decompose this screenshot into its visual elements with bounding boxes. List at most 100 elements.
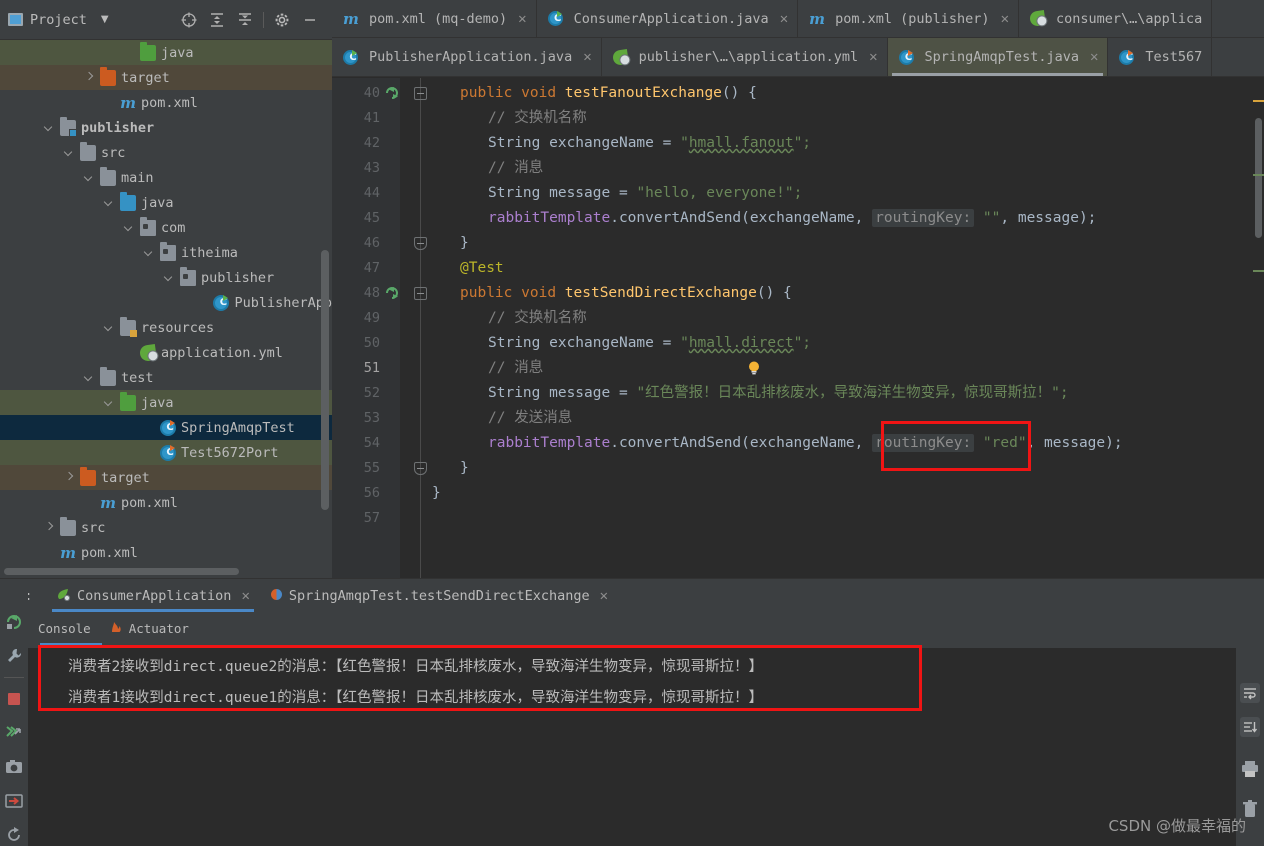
tree-item-test5672port[interactable]: Test5672Port xyxy=(0,440,332,465)
code-token: "hello, everyone!" xyxy=(636,185,794,201)
tree-item-src[interactable]: src xyxy=(0,140,332,165)
restore-layout-icon[interactable] xyxy=(0,818,28,846)
editor-tab[interactable]: Test567 xyxy=(1108,38,1213,76)
close-icon[interactable]: ✕ xyxy=(583,49,591,65)
editor-tab-label: consumer\…\applica xyxy=(1056,10,1203,27)
chevron-down-icon[interactable] xyxy=(64,147,75,158)
intention-bulb-icon[interactable] xyxy=(746,360,762,376)
chevron-right-icon[interactable] xyxy=(44,522,55,533)
close-icon[interactable]: ✕ xyxy=(1001,11,1009,27)
tree-item-springamqptest[interactable]: SpringAmqpTest xyxy=(0,415,332,440)
run-gutter-icon[interactable] xyxy=(384,85,400,101)
code-editor[interactable]: 40 public void testFanoutExchange() {41//… xyxy=(332,78,1264,578)
editor-tab[interactable]: m pom.xml (publisher) ✕ xyxy=(798,0,1019,37)
tab-console[interactable]: Console xyxy=(38,621,91,636)
chevron-down-icon[interactable] xyxy=(164,272,175,283)
wrench-icon[interactable] xyxy=(0,639,28,673)
fold-start-icon[interactable] xyxy=(414,87,427,100)
close-icon[interactable]: ✕ xyxy=(780,11,788,27)
tree-item-pom-xml[interactable]: m pom.xml xyxy=(0,490,332,515)
code-text: @Test xyxy=(460,256,504,281)
tree-item-java[interactable]: java xyxy=(0,40,332,65)
chevron-down-icon[interactable] xyxy=(144,247,155,258)
editor-tab[interactable]: publisher\…\application.yml ✕ xyxy=(601,38,888,76)
code-token: // 交换机名称 xyxy=(488,310,587,326)
tree-item-label: java xyxy=(141,194,174,211)
fold-end-icon[interactable] xyxy=(414,462,427,475)
rerun-icon[interactable] xyxy=(0,605,28,639)
tree-item-main[interactable]: main xyxy=(0,165,332,190)
code-line: 54 rabbitTemplate.convertAndSend(exchange… xyxy=(332,431,1264,456)
run-tab[interactable]: ConsumerApplication ✕ xyxy=(46,579,260,613)
run-tab[interactable]: SpringAmqpTest.testSendDirectExchange ✕ xyxy=(260,579,618,613)
dropdown-caret-icon[interactable]: ▼ xyxy=(101,14,109,25)
tree-item-java[interactable]: java xyxy=(0,390,332,415)
collapse-all-icon[interactable] xyxy=(231,6,259,34)
chevron-down-icon[interactable] xyxy=(84,172,95,183)
tree-item-publisherapp[interactable]: PublisherApp xyxy=(0,290,332,315)
stop-icon[interactable] xyxy=(0,682,28,716)
soft-wrap-icon[interactable] xyxy=(1236,678,1264,708)
editor-vertical-scrollbar[interactable] xyxy=(1253,78,1264,578)
chevron-down-icon[interactable] xyxy=(44,122,55,133)
thread-dump-icon[interactable] xyxy=(0,716,28,750)
console-red-highlight-box xyxy=(38,645,922,711)
editor-scroll-thumb[interactable] xyxy=(1255,118,1262,238)
tree-item-resources[interactable]: resources xyxy=(0,315,332,340)
settings-gear-icon[interactable] xyxy=(268,6,296,34)
close-icon[interactable]: ✕ xyxy=(241,588,249,604)
yml-file-icon xyxy=(611,48,629,66)
code-text: String message = "红色警报！日本乱排核废水，导致海洋生物变异，… xyxy=(488,381,1069,406)
fold-end-icon[interactable] xyxy=(414,237,427,250)
chevron-down-icon[interactable] xyxy=(124,222,135,233)
tree-item-pom-xml[interactable]: m pom.xml xyxy=(0,540,332,565)
editor-tab[interactable]: ConsumerApplication.java ✕ xyxy=(536,0,799,37)
editor-tab-row-1: mpom.xml (mq-demo)✕ConsumerApplication.j… xyxy=(332,0,1264,38)
tree-item-src[interactable]: src xyxy=(0,515,332,540)
camera-icon[interactable] xyxy=(0,750,28,784)
expand-all-icon[interactable] xyxy=(203,6,231,34)
tree-item-java[interactable]: java xyxy=(0,190,332,215)
tab-actuator[interactable]: Actuator xyxy=(109,621,189,636)
close-icon[interactable]: ✕ xyxy=(600,588,608,604)
editor-tab[interactable]: SpringAmqpTest.java ✕ xyxy=(887,38,1109,76)
tree-item-target[interactable]: target xyxy=(0,65,332,90)
console-output[interactable]: 消费者2接收到direct.queue2的消息：【红色警报！日本乱排核废水，导致… xyxy=(28,643,1264,846)
project-tree-scrollbar[interactable] xyxy=(321,250,329,510)
tree-item-itheima[interactable]: itheima xyxy=(0,240,332,265)
chevron-down-icon[interactable] xyxy=(104,322,115,333)
chevron-down-icon[interactable] xyxy=(104,197,115,208)
tree-item-com[interactable]: com xyxy=(0,215,332,240)
locate-icon[interactable] xyxy=(175,6,203,34)
close-icon[interactable]: ✕ xyxy=(1090,49,1098,65)
editor-tab[interactable]: m pom.xml (mq-demo) ✕ xyxy=(332,0,537,37)
project-tree-hscrollbar[interactable] xyxy=(4,568,239,575)
tree-item-target[interactable]: target xyxy=(0,465,332,490)
scroll-to-end-icon[interactable] xyxy=(1236,712,1264,742)
close-icon[interactable]: ✕ xyxy=(518,11,526,27)
tree-item-application-yml[interactable]: application.yml xyxy=(0,340,332,365)
chevron-down-icon[interactable] xyxy=(104,397,115,408)
run-sub-tabs: Console Actuator xyxy=(28,613,189,643)
tree-item-publisher[interactable]: publisher xyxy=(0,115,332,140)
editor-tab[interactable]: PublisherApplication.java ✕ xyxy=(332,38,602,76)
chevron-right-icon[interactable] xyxy=(84,72,95,83)
chevron-right-icon[interactable] xyxy=(64,472,75,483)
export-icon[interactable] xyxy=(0,784,28,818)
editor-tab[interactable]: consumer\…\applica xyxy=(1019,0,1213,37)
hide-panel-icon[interactable] xyxy=(296,6,324,34)
line-number: 56 xyxy=(363,485,380,501)
close-icon[interactable]: ✕ xyxy=(869,49,877,65)
tree-item-pom-xml[interactable]: m pom.xml xyxy=(0,90,332,115)
project-tree[interactable]: java target m pom.xml publisher src main java co… xyxy=(0,40,332,578)
code-line: 49 // 交换机名称 xyxy=(332,306,1264,331)
test-class-icon xyxy=(1119,49,1137,66)
run-gutter-icon[interactable] xyxy=(384,285,400,301)
fold-start-icon[interactable] xyxy=(414,287,427,300)
chevron-down-icon[interactable] xyxy=(84,372,95,383)
tree-item-test[interactable]: test xyxy=(0,365,332,390)
tree-item-publisher[interactable]: publisher xyxy=(0,265,332,290)
print-icon[interactable] xyxy=(1236,754,1264,784)
project-panel-title: Project xyxy=(30,11,87,28)
